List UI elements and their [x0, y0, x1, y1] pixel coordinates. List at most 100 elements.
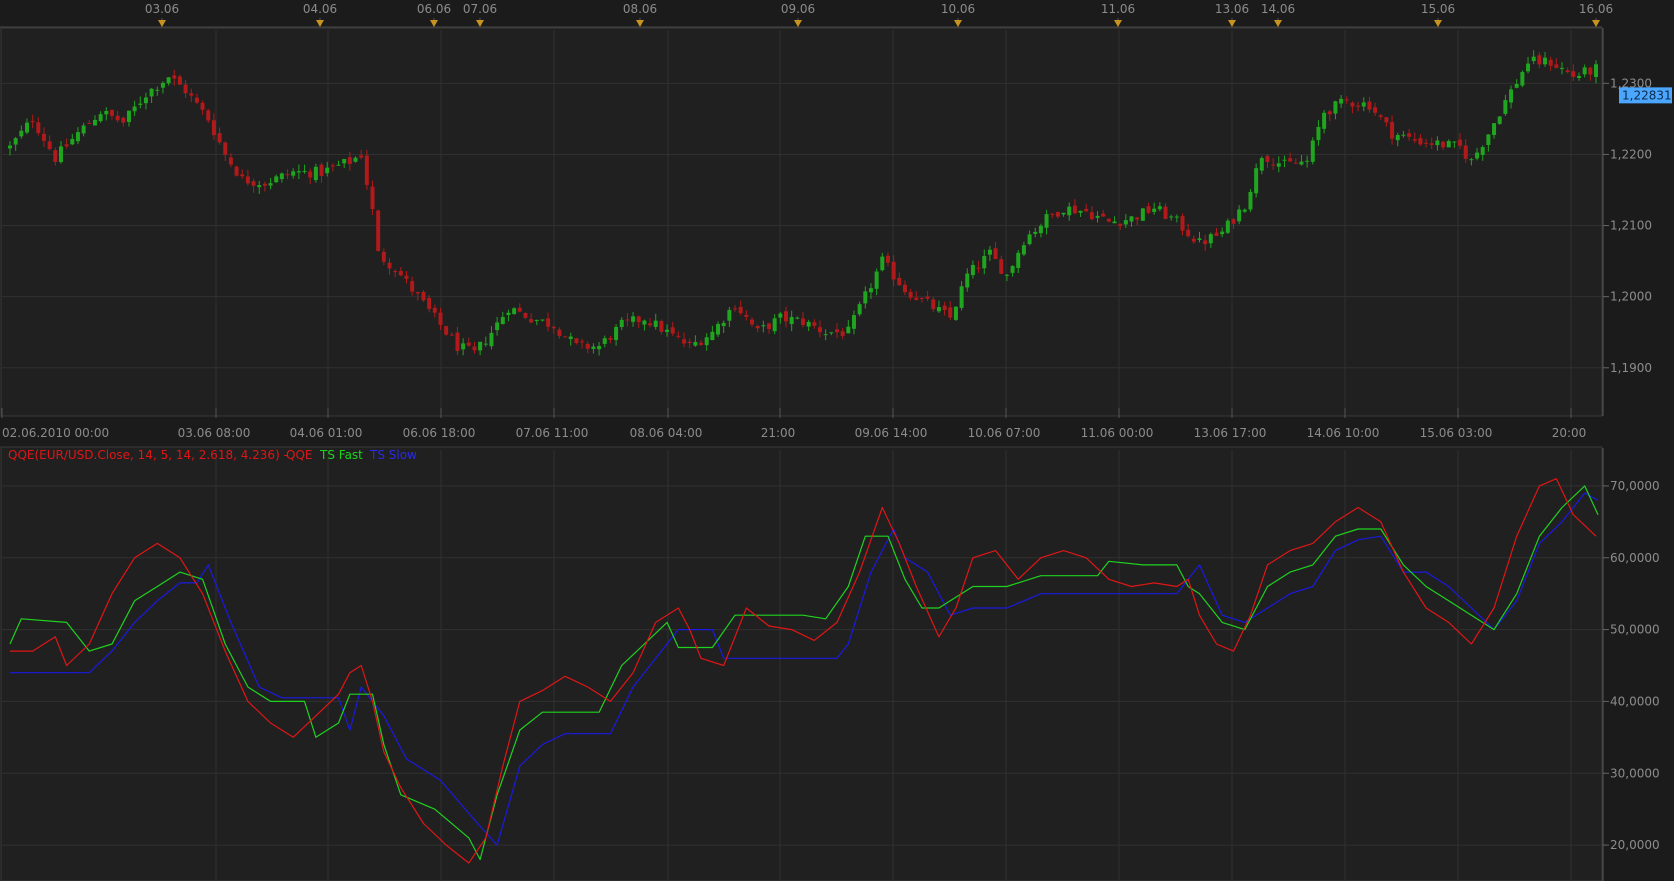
- bottom-axis-label: 02.06.2010 00:00: [2, 426, 109, 440]
- candle-body: [693, 341, 698, 346]
- candle-body: [285, 174, 290, 176]
- candle-body: [177, 76, 182, 85]
- candle-body: [376, 210, 381, 251]
- candle-body: [387, 262, 392, 269]
- candle-body: [506, 312, 511, 316]
- candle-body: [1520, 72, 1525, 86]
- candle-body: [738, 306, 743, 314]
- indicator-axis-label: 30,0000: [1610, 766, 1660, 780]
- candle-body: [495, 322, 500, 331]
- bottom-axis-label: 07.06 11:00: [516, 426, 589, 440]
- top-time-axis[interactable]: 03.06 04.06 06.06 07.06 08.06 09.06 10.06 11.06…: [0, 0, 1674, 28]
- candle-body: [1129, 216, 1134, 222]
- candle-body: [710, 331, 715, 341]
- candle-body: [194, 97, 199, 103]
- candle-body: [319, 164, 324, 176]
- candle-body: [393, 271, 398, 273]
- candle-body: [1044, 214, 1049, 228]
- candle-body: [1050, 213, 1055, 215]
- bottom-axis-label: 20:00: [1552, 426, 1587, 440]
- candle-body: [1033, 231, 1038, 234]
- candle-body: [47, 141, 52, 150]
- candle-body: [245, 176, 250, 184]
- candle-body: [801, 318, 805, 326]
- price-panel[interactable]: 1,23001,22001,21001,20001,1900 1,22831: [0, 27, 1672, 417]
- candle: [421, 290, 426, 302]
- candle-body: [1208, 234, 1213, 244]
- candle-body: [631, 316, 636, 322]
- candle-body: [1401, 134, 1406, 136]
- candle-body: [665, 329, 670, 332]
- candle-body: [834, 329, 839, 333]
- candle-body: [1560, 67, 1565, 69]
- candle-body: [1101, 213, 1106, 217]
- candle-body: [359, 155, 364, 158]
- top-axis-label: 04.06: [303, 2, 337, 16]
- candle-body: [1112, 221, 1117, 224]
- candle-body: [1548, 59, 1553, 66]
- candle-body: [1197, 238, 1202, 241]
- bottom-axis-label: 03.06 08:00: [178, 426, 251, 440]
- candle-body: [1327, 111, 1332, 115]
- bottom-axis-label: 10.06 07:00: [968, 426, 1041, 440]
- top-axis-label: 14.06: [1261, 2, 1295, 16]
- candle-body: [1027, 234, 1032, 245]
- candle-body: [381, 251, 386, 262]
- candle-body: [591, 346, 596, 349]
- candle-body: [1395, 135, 1400, 141]
- candle-body: [1594, 64, 1598, 77]
- candle: [1520, 70, 1525, 88]
- candle-body: [642, 320, 647, 325]
- candle-body: [1038, 225, 1043, 234]
- candle-body: [744, 314, 749, 317]
- candle-body: [58, 146, 63, 163]
- candle: [444, 325, 449, 336]
- candle-body: [563, 336, 568, 338]
- candle-body: [353, 157, 358, 162]
- candle-body: [1293, 162, 1298, 164]
- candle-body: [410, 281, 415, 292]
- qqe-indicator-panel[interactable]: 70,0000 60,0000 50,0000 40,0000 30,0000 20,00…: [0, 446, 1660, 881]
- candle-body: [1237, 209, 1242, 222]
- candle-body: [483, 343, 488, 345]
- candle-body: [149, 88, 154, 97]
- candle-body: [336, 164, 341, 166]
- candle-body: [489, 332, 494, 347]
- candle-body: [999, 259, 1004, 274]
- candle-body: [948, 307, 953, 318]
- bottom-axis-label: 14.06 10:00: [1307, 426, 1380, 440]
- candle-body: [806, 321, 811, 327]
- indicator-axis-label: 50,0000: [1610, 623, 1660, 637]
- candle-body: [1480, 147, 1485, 155]
- candle-body: [1322, 112, 1327, 129]
- legend-ts-fast: TS Fast: [319, 448, 363, 462]
- candle-body: [1214, 232, 1219, 236]
- candle-body: [302, 170, 307, 172]
- candle-body: [92, 119, 97, 126]
- indicator-axis-label: 60,0000: [1610, 551, 1660, 565]
- candle-body: [364, 155, 369, 185]
- candle-body: [1424, 142, 1429, 144]
- candle-body: [104, 110, 109, 115]
- candle-body: [172, 75, 177, 79]
- candle: [364, 150, 369, 190]
- candle-body: [902, 284, 907, 293]
- candle-body: [784, 311, 789, 322]
- candle-body: [1174, 216, 1179, 218]
- candle-body: [993, 248, 998, 260]
- candle-body: [121, 117, 126, 123]
- candle-body: [166, 77, 171, 84]
- candle-body: [1231, 219, 1236, 224]
- candle-body: [308, 171, 313, 178]
- candle-body: [602, 338, 607, 344]
- candle-body: [540, 319, 545, 321]
- candle-body: [1021, 245, 1026, 255]
- candle-body: [1350, 102, 1355, 107]
- candle-body: [1339, 98, 1344, 104]
- candle-body: [1095, 215, 1100, 218]
- candle-body: [200, 102, 205, 110]
- candle-body: [761, 325, 766, 327]
- candle-body: [160, 82, 165, 88]
- candle-body: [268, 183, 273, 186]
- candle-body: [325, 167, 330, 174]
